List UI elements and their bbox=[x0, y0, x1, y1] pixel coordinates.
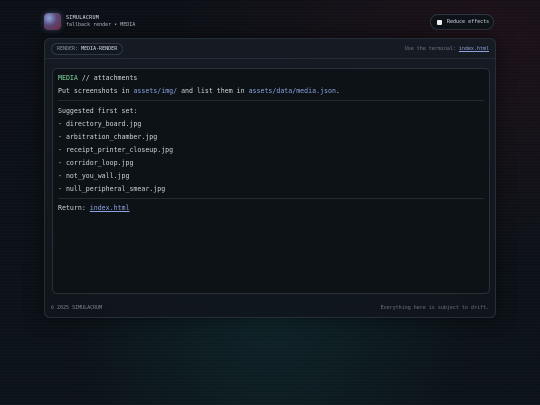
footer-copyright: © 2025 SIMULACRUM bbox=[51, 305, 103, 311]
list-item: - corridor_loop.jpg bbox=[58, 159, 134, 167]
brand-name: SIMULACRUM bbox=[66, 14, 100, 21]
instr-text-3: . bbox=[335, 87, 340, 95]
render-label: RENDER: bbox=[57, 46, 79, 52]
main-panel: RENDER: MEDIA-RENDER Use the terminal: i… bbox=[44, 38, 496, 318]
list-item: - directory_board.jpg bbox=[58, 120, 142, 128]
media-heading: MEDIA // attachments bbox=[58, 74, 137, 82]
return-line: Return: index.html bbox=[58, 204, 129, 212]
list-item: - not_you_wall.jpg bbox=[58, 172, 130, 180]
return-link[interactable]: index.html bbox=[90, 204, 130, 212]
divider bbox=[58, 100, 484, 101]
media-content: MEDIA // attachments Put screenshots in … bbox=[52, 68, 490, 294]
panel-header: RENDER: MEDIA-RENDER Use the terminal: i… bbox=[45, 39, 495, 59]
list-item: - null_peripheral_smear.jpg bbox=[58, 185, 166, 193]
img-path: assets/img/ bbox=[133, 87, 178, 95]
brand-subtitle: fallback render • MEDIA bbox=[66, 21, 136, 28]
media-instructions: Put screenshots in assets/img/ and list … bbox=[58, 87, 340, 95]
reduce-effects-toggle[interactable]: Reduce effects bbox=[430, 14, 494, 30]
logo-icon bbox=[44, 13, 61, 30]
terminal-hint-text: Use the terminal: bbox=[404, 46, 456, 52]
render-value: MEDIA-RENDER bbox=[81, 46, 118, 52]
divider bbox=[58, 198, 484, 199]
terminal-hint: Use the terminal: index.html bbox=[405, 46, 489, 52]
media-tag: MEDIA bbox=[58, 74, 78, 82]
media-heading-rest: // attachments bbox=[77, 74, 138, 82]
reduce-effects-label: Reduce effects bbox=[447, 19, 490, 25]
render-badge: RENDER: MEDIA-RENDER bbox=[51, 43, 124, 55]
brand-header: SIMULACRUM fallback render • MEDIA bbox=[44, 13, 135, 30]
json-path: assets/data/media.json bbox=[248, 87, 336, 95]
suggested-label: Suggested first set: bbox=[58, 107, 138, 115]
reduce-effects-checkbox[interactable] bbox=[437, 19, 442, 25]
list-item: - receipt_printer_closeup.jpg bbox=[58, 146, 174, 154]
list-item: - arbitration_chamber.jpg bbox=[58, 133, 158, 141]
instr-text-1: Put screenshots in bbox=[58, 87, 134, 95]
terminal-link[interactable]: index.html bbox=[459, 46, 489, 52]
footer-tagline: Everything here is subject to drift. bbox=[380, 305, 489, 311]
return-label: Return: bbox=[58, 204, 90, 212]
instr-text-2: and list them in bbox=[177, 87, 249, 95]
